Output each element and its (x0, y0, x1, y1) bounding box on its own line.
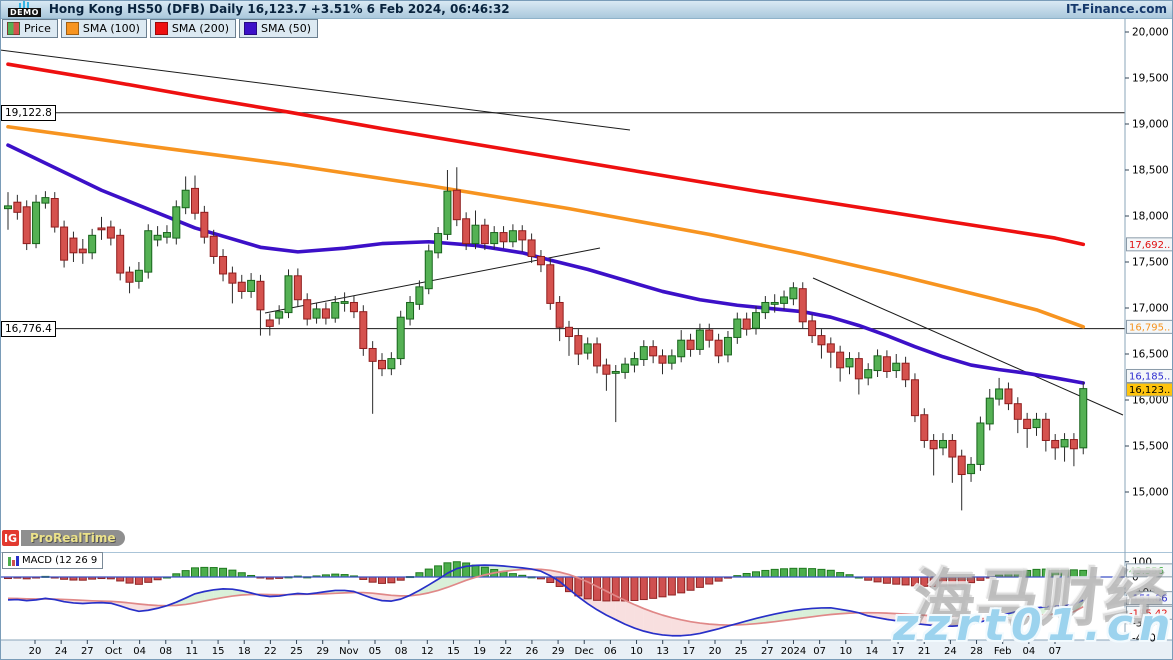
svg-text:14: 14 (866, 646, 879, 657)
legend-bar: Price SMA (100) SMA (200) SMA (50) (2, 19, 318, 38)
svg-text:11: 11 (186, 646, 199, 657)
svg-text:26: 26 (526, 646, 539, 657)
svg-text:29: 29 (552, 646, 565, 657)
ig-logo: IG (2, 530, 19, 546)
svg-text:15,000: 15,000 (1132, 487, 1169, 499)
legend-item-label: SMA (100) (83, 22, 140, 35)
svg-text:12: 12 (421, 646, 434, 657)
svg-text:10: 10 (839, 646, 852, 657)
watermark-url: zzrt01.cn (893, 600, 1173, 651)
svg-text:Dec: Dec (575, 646, 594, 657)
svg-text:16,123..: 16,123.. (1129, 385, 1170, 396)
svg-text:05: 05 (369, 646, 382, 657)
brand-link[interactable]: IT-Finance.com (1066, 2, 1167, 16)
svg-text:17,692..: 17,692.. (1129, 240, 1170, 251)
legend-item-sma-200[interactable]: SMA (200) (150, 19, 236, 38)
svg-text:17,500: 17,500 (1132, 257, 1169, 269)
price-line-label: 19,122.8 (1, 105, 56, 121)
svg-text:Nov: Nov (339, 646, 359, 657)
line-swatch-icon (66, 22, 79, 35)
svg-text:29: 29 (316, 646, 329, 657)
legend-item-sma-100[interactable]: SMA (100) (61, 19, 147, 38)
svg-text:Oct: Oct (105, 646, 122, 657)
line-swatch-icon (244, 22, 257, 35)
legend-item-price[interactable]: Price (2, 19, 58, 38)
svg-text:16,185..: 16,185.. (1129, 371, 1170, 382)
candlestick-app-icon (19, 1, 29, 8)
svg-text:17: 17 (682, 646, 695, 657)
header-bar: DEMO Hong Kong HS50 (DFB) Daily 16,123.7… (0, 0, 1173, 19)
svg-text:18,500: 18,500 (1132, 165, 1169, 177)
svg-text:24: 24 (55, 646, 68, 657)
demo-badge: DEMO (8, 8, 41, 17)
svg-text:25: 25 (290, 646, 303, 657)
prorealtime-wordmark: ProRealTime (21, 530, 125, 546)
svg-text:13: 13 (656, 646, 669, 657)
svg-text:08: 08 (159, 646, 172, 657)
prorealtime-logo: IG ProRealTime (2, 530, 125, 546)
indicator-label-text: MACD (12 26 9 (22, 555, 97, 566)
svg-text:16,795..: 16,795.. (1129, 322, 1170, 333)
svg-text:07: 07 (813, 646, 826, 657)
svg-text:19,000: 19,000 (1132, 119, 1169, 131)
legend-item-sma-50[interactable]: SMA (50) (239, 19, 318, 38)
svg-text:04: 04 (133, 646, 146, 657)
svg-text:18,000: 18,000 (1132, 211, 1169, 223)
svg-text:22: 22 (264, 646, 277, 657)
svg-text:15: 15 (447, 646, 460, 657)
legend-item-label: SMA (50) (261, 22, 311, 35)
horizontal-lines[interactable] (0, 113, 1125, 329)
svg-text:15: 15 (212, 646, 225, 657)
indicator-icon (8, 556, 19, 566)
svg-text:20: 20 (29, 646, 42, 657)
legend-item-label: Price (24, 22, 51, 35)
svg-text:20: 20 (709, 646, 722, 657)
line-swatch-icon (155, 22, 168, 35)
price-line-label: 16,776.4 (1, 321, 56, 337)
svg-text:27: 27 (761, 646, 774, 657)
svg-text:27: 27 (81, 646, 94, 657)
svg-text:15,500: 15,500 (1132, 441, 1169, 453)
svg-text:20,000: 20,000 (1132, 27, 1169, 39)
svg-text:06: 06 (604, 646, 617, 657)
svg-text:22: 22 (499, 646, 512, 657)
svg-text:10: 10 (630, 646, 643, 657)
svg-text:17,000: 17,000 (1132, 303, 1169, 315)
legend-item-label: SMA (200) (172, 22, 229, 35)
svg-text:25: 25 (735, 646, 748, 657)
svg-text:16,500: 16,500 (1132, 349, 1169, 361)
svg-text:2024: 2024 (781, 646, 806, 657)
svg-text:18: 18 (238, 646, 251, 657)
indicator-settings-label[interactable]: MACD (12 26 9 (2, 552, 103, 569)
svg-text:08: 08 (395, 646, 408, 657)
svg-text:19,500: 19,500 (1132, 73, 1169, 85)
price-swatch-icon (7, 22, 20, 35)
svg-text:19: 19 (473, 646, 486, 657)
app-badge: DEMO (8, 1, 41, 17)
sma-lines (8, 64, 1083, 383)
chart-title: Hong Kong HS50 (DFB) Daily 16,123.7 +3.5… (49, 2, 510, 16)
